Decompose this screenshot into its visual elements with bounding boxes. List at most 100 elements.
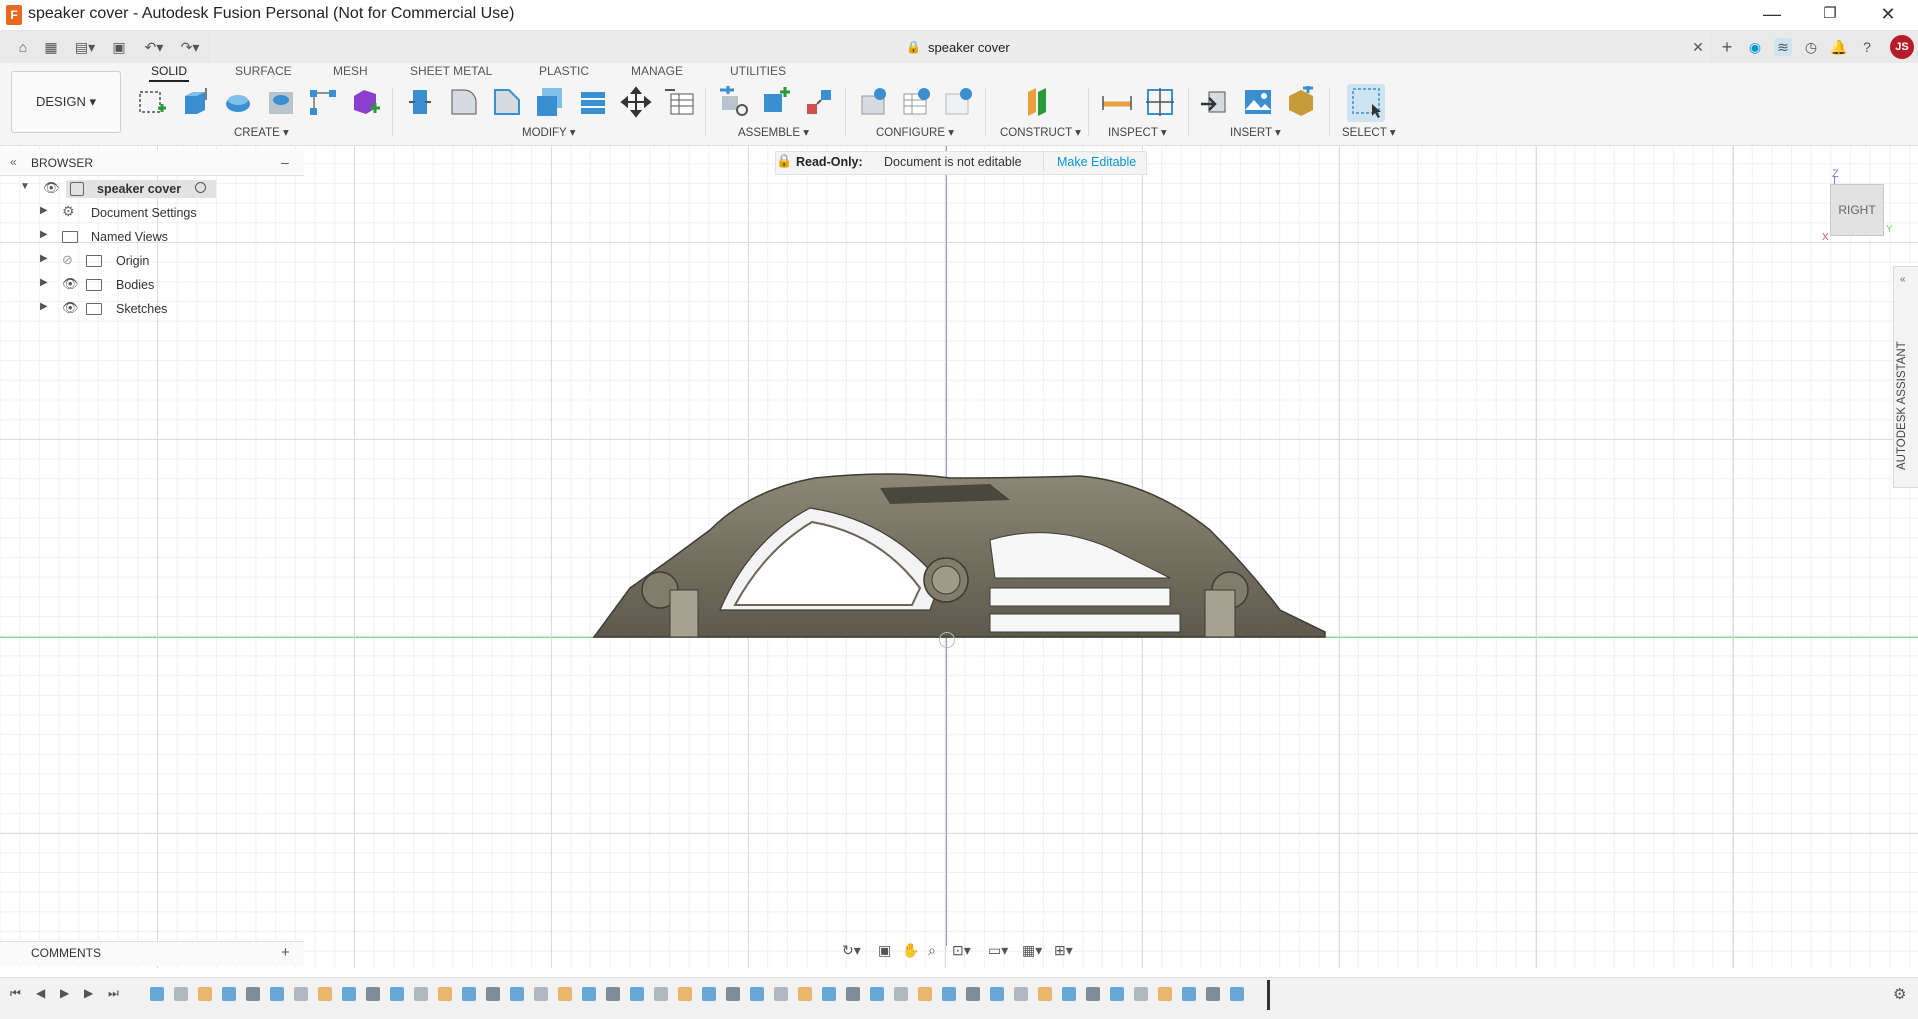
timeline-feature-icon[interactable] <box>318 987 332 1001</box>
as-built-joint-icon[interactable] <box>803 86 835 118</box>
extensions-icon[interactable]: ≋ <box>1774 38 1792 56</box>
home-icon[interactable]: ⌂ <box>14 38 32 56</box>
tab-mesh[interactable]: MESH <box>331 64 370 78</box>
timeline-feature-icon[interactable] <box>534 987 548 1001</box>
timeline-feature-icon[interactable] <box>174 987 188 1001</box>
shell-icon[interactable] <box>534 86 566 118</box>
section-analysis-icon[interactable] <box>1144 86 1176 118</box>
save-icon[interactable]: ▣ <box>110 38 128 56</box>
tab-sheet-metal[interactable]: SHEET METAL <box>408 64 494 78</box>
timeline-feature-icon[interactable] <box>678 987 692 1001</box>
construct-group-label[interactable]: CONSTRUCT ▾ <box>1000 125 1081 139</box>
timeline-feature-icon[interactable] <box>918 987 932 1001</box>
pattern-icon[interactable] <box>307 86 339 118</box>
look-at-icon[interactable]: ▣ <box>878 942 891 959</box>
clock-icon[interactable]: ◷ <box>1802 38 1820 56</box>
extrude-icon[interactable] <box>179 86 211 118</box>
timeline-marker[interactable] <box>1267 980 1270 1010</box>
timeline-feature-icon[interactable] <box>990 987 1004 1001</box>
timeline-feature-icon[interactable] <box>654 987 668 1001</box>
eye-icon[interactable]: 👁 <box>43 180 60 196</box>
browser-root-row[interactable]: ▼ 👁 speaker cover <box>0 178 304 200</box>
tab-surface[interactable]: SURFACE <box>233 64 294 78</box>
chevron-right-icon[interactable]: ▶ <box>40 301 48 312</box>
grid-settings-icon[interactable]: ▦▾ <box>1022 942 1042 959</box>
go-to-end-icon[interactable]: ⏭ <box>108 986 119 1001</box>
make-editable-link[interactable]: Make Editable <box>1057 155 1136 169</box>
chamfer-icon[interactable] <box>491 86 523 118</box>
tab-utilities[interactable]: UTILITIES <box>728 64 788 78</box>
joint-icon[interactable] <box>760 86 792 118</box>
viewcube[interactable]: RIGHT <box>1830 184 1884 236</box>
timeline-feature-icon[interactable] <box>1134 987 1148 1001</box>
timeline-feature-icon[interactable] <box>894 987 908 1001</box>
create-form-icon[interactable] <box>350 86 382 118</box>
insert-canvas-icon[interactable] <box>1242 86 1274 118</box>
new-component-icon[interactable] <box>718 86 750 118</box>
timeline-feature-icon[interactable] <box>774 987 788 1001</box>
insert-group-label[interactable]: INSERT ▾ <box>1230 125 1281 139</box>
chevron-right-icon[interactable]: ▶ <box>40 205 48 216</box>
browser-item-sketches[interactable]: ▶ 👁 Sketches <box>0 298 304 320</box>
timeline-feature-icon[interactable] <box>846 987 860 1001</box>
close-button[interactable]: ✕ <box>1860 0 1916 30</box>
configure-table-icon[interactable] <box>900 86 932 118</box>
timeline-feature-icon[interactable] <box>294 987 308 1001</box>
timeline-feature-icon[interactable] <box>390 987 404 1001</box>
timeline-feature-icon[interactable] <box>822 987 836 1001</box>
restore-button[interactable]: ❐ <box>1802 0 1858 30</box>
timeline-feature-icon[interactable] <box>870 987 884 1001</box>
timeline-feature-icon[interactable] <box>606 987 620 1001</box>
select-group-label[interactable]: SELECT ▾ <box>1342 125 1396 139</box>
revolve-icon[interactable] <box>222 86 254 118</box>
data-panel-icon[interactable]: ▦ <box>42 38 60 56</box>
file-menu-icon[interactable]: ▤▾ <box>70 38 100 56</box>
job-status-icon[interactable]: ◉ <box>1746 38 1764 56</box>
chevron-right-icon[interactable]: ▶ <box>40 277 48 288</box>
add-comment-button[interactable]: + <box>281 944 290 961</box>
step-forward-icon[interactable]: ▶ <box>84 986 93 1000</box>
fit-icon[interactable]: ⊡▾ <box>952 942 971 959</box>
workspace-switcher[interactable]: DESIGN ▾ <box>11 71 121 133</box>
timeline-feature-icon[interactable] <box>1110 987 1124 1001</box>
minimize-button[interactable]: — <box>1744 0 1800 30</box>
modify-group-label[interactable]: MODIFY ▾ <box>522 125 575 139</box>
timeline-feature-icon[interactable] <box>270 987 284 1001</box>
browser-item-origin[interactable]: ▶ ⊘ Origin <box>0 250 304 272</box>
zoom-icon[interactable]: ⌕ <box>928 942 936 959</box>
timeline-feature-icon[interactable] <box>942 987 956 1001</box>
configure-rule-icon[interactable] <box>942 86 974 118</box>
go-to-start-icon[interactable]: ⏮ <box>10 986 21 1001</box>
browser-item-document-settings[interactable]: ▶ ⚙ Document Settings <box>0 202 304 224</box>
create-group-label[interactable]: CREATE ▾ <box>234 125 289 139</box>
eye-hidden-icon[interactable]: ⊘ <box>62 252 73 268</box>
play-icon[interactable]: ▶ <box>60 986 69 1000</box>
timeline-feature-icon[interactable] <box>1206 987 1220 1001</box>
step-back-icon[interactable]: ◀ <box>36 986 45 1000</box>
browser-collapse-icon[interactable]: « <box>10 155 17 169</box>
timeline-feature-icon[interactable] <box>438 987 452 1001</box>
tab-manage[interactable]: MANAGE <box>629 64 685 78</box>
undo-icon[interactable]: ↶▾ <box>140 38 168 56</box>
timeline-feature-icon[interactable] <box>462 987 476 1001</box>
timeline-feature-icon[interactable] <box>1062 987 1076 1001</box>
eye-icon[interactable]: 👁 <box>62 300 79 316</box>
timeline-feature-icon[interactable] <box>342 987 356 1001</box>
timeline-feature-icon[interactable] <box>750 987 764 1001</box>
new-tab-icon[interactable]: + <box>1718 38 1736 56</box>
inspect-group-label[interactable]: INSPECT ▾ <box>1108 125 1167 139</box>
chevron-down-icon[interactable]: ▼ <box>20 181 30 192</box>
tab-close-icon[interactable]: ✕ <box>1689 38 1707 56</box>
timeline-feature-icon[interactable] <box>486 987 500 1001</box>
hole-icon[interactable] <box>265 86 297 118</box>
timeline-feature-icon[interactable] <box>966 987 980 1001</box>
configure-group-label[interactable]: CONFIGURE ▾ <box>876 125 954 139</box>
chevron-right-icon[interactable]: ▶ <box>40 253 48 264</box>
speaker-cover-model[interactable] <box>590 470 1330 645</box>
insert-derive-icon[interactable] <box>1199 86 1231 118</box>
timeline-feature-icon[interactable] <box>702 987 716 1001</box>
viewports-icon[interactable]: ⊞▾ <box>1054 942 1073 959</box>
pan-icon[interactable]: ✋ <box>902 942 919 959</box>
user-avatar[interactable]: JS <box>1890 35 1914 59</box>
configure-icon[interactable] <box>858 86 890 118</box>
